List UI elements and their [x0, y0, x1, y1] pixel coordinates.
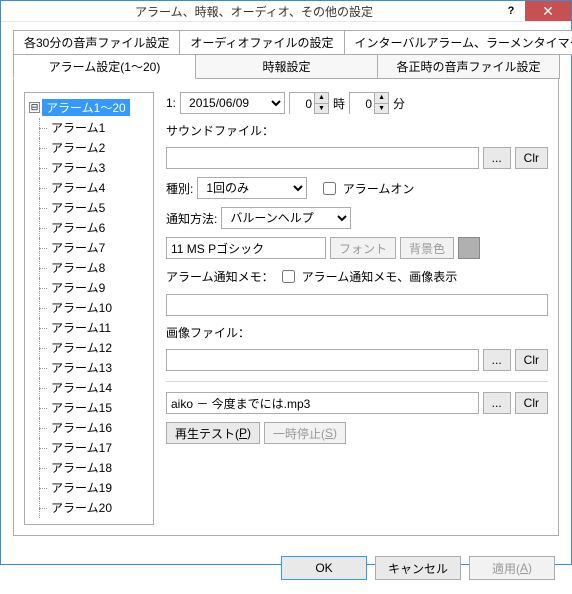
tree-item-alarm-19[interactable]: アラーム19 — [29, 478, 149, 498]
dialog-window: アラーム、時報、オーディオ、その他の設定 ? ✕ 各30分の音声ファイル設定 オ… — [0, 0, 572, 565]
pause-button[interactable]: 一時停止(S) — [264, 422, 346, 444]
hour-up-icon[interactable]: ▲ — [315, 93, 328, 104]
tab-hourly-sound[interactable]: 各正時の音声ファイル設定 — [377, 54, 560, 79]
tab-30min-sound[interactable]: 各30分の音声ファイル設定 — [13, 30, 180, 55]
memo-label: アラーム通知メモ： — [166, 268, 274, 285]
bgcolor-button[interactable]: 背景色 — [400, 237, 454, 259]
tab-row-bottom: アラーム設定(1～20) 時報設定 各正時の音声ファイル設定 — [13, 54, 559, 79]
apply-button[interactable]: 適用(A) — [469, 556, 555, 580]
tab-interval-ramen[interactable]: インターバルアラーム、ラーメンタイマー設定 — [344, 30, 572, 55]
bgcolor-swatch[interactable] — [458, 237, 480, 259]
tree-expander-icon[interactable]: ⊟ — [29, 102, 40, 113]
close-button[interactable]: ✕ — [525, 1, 571, 21]
tree-item-alarm-4[interactable]: アラーム4 — [29, 178, 149, 198]
notify-label: 通知方法: — [166, 210, 217, 227]
notify-select[interactable]: バルーンヘルプ — [221, 207, 351, 229]
memo-checkbox[interactable] — [282, 270, 295, 283]
tab-row-top: 各30分の音声ファイル設定 オーディオファイルの設定 インターバルアラーム、ラー… — [13, 30, 559, 55]
play-test-button[interactable]: 再生テスト(P) — [166, 422, 260, 444]
tree-item-alarm-3[interactable]: アラーム3 — [29, 158, 149, 178]
hour-unit: 時 — [333, 95, 345, 112]
window-title: アラーム、時報、オーディオ、その他の設定 — [11, 3, 497, 20]
type-select[interactable]: 1回のみ — [197, 177, 307, 199]
hour-down-icon[interactable]: ▼ — [315, 104, 328, 114]
content-area: 各30分の音声ファイル設定 オーディオファイルの設定 インターバルアラーム、ラー… — [1, 22, 571, 546]
tree-item-alarm-15[interactable]: アラーム15 — [29, 398, 149, 418]
min-unit: 分 — [393, 95, 405, 112]
tree-item-alarm-9[interactable]: アラーム9 — [29, 278, 149, 298]
tree-item-alarm-6[interactable]: アラーム6 — [29, 218, 149, 238]
playfile-input[interactable] — [166, 392, 479, 414]
image-input[interactable] — [166, 349, 479, 371]
alarm-tree[interactable]: ⊟ アラーム1～20 アラーム1アラーム2アラーム3アラーム4アラーム5アラーム… — [24, 92, 154, 525]
tree-item-alarm-8[interactable]: アラーム8 — [29, 258, 149, 278]
date-select[interactable]: 2015/06/09 — [180, 92, 285, 114]
index-label: 1: — [166, 96, 176, 110]
tab-panel: ⊟ アラーム1～20 アラーム1アラーム2アラーム3アラーム4アラーム5アラーム… — [13, 78, 559, 536]
dialog-footer: OK キャンセル 適用(A) — [1, 546, 571, 594]
font-button[interactable]: フォント — [330, 237, 396, 259]
tab-alarm-1-20[interactable]: アラーム設定(1～20) — [13, 54, 196, 79]
cancel-button[interactable]: キャンセル — [375, 556, 461, 580]
min-up-icon[interactable]: ▲ — [375, 93, 388, 104]
font-display[interactable] — [166, 237, 326, 259]
image-label: 画像ファイル： — [166, 324, 250, 341]
tab-hourly[interactable]: 時報設定 — [195, 54, 378, 79]
image-clr-button[interactable]: Clr — [515, 349, 548, 371]
soundfile-label: サウンドファイル： — [166, 122, 274, 139]
tree-item-alarm-12[interactable]: アラーム12 — [29, 338, 149, 358]
tree-item-alarm-2[interactable]: アラーム2 — [29, 138, 149, 158]
min-input[interactable] — [350, 93, 374, 115]
memo-cb-label: アラーム通知メモ、画像表示 — [302, 268, 458, 285]
type-label: 種別: — [166, 180, 193, 197]
alarm-on-label: アラームオン — [343, 180, 415, 197]
playfile-browse-button[interactable]: ... — [483, 392, 511, 414]
memo-input[interactable] — [166, 294, 548, 316]
playfile-clr-button[interactable]: Clr — [515, 392, 548, 414]
tree-item-alarm-1[interactable]: アラーム1 — [29, 118, 149, 138]
help-button[interactable]: ? — [497, 1, 525, 21]
tree-root-label[interactable]: アラーム1～20 — [42, 99, 130, 116]
separator — [166, 381, 548, 382]
tab-audio-settings[interactable]: オーディオファイルの設定 — [179, 30, 344, 55]
soundfile-input[interactable] — [166, 147, 479, 169]
tree-item-alarm-18[interactable]: アラーム18 — [29, 458, 149, 478]
titlebar: アラーム、時報、オーディオ、その他の設定 ? ✕ — [1, 1, 571, 22]
ok-button[interactable]: OK — [281, 556, 367, 580]
tree-item-alarm-17[interactable]: アラーム17 — [29, 438, 149, 458]
tree-item-alarm-10[interactable]: アラーム10 — [29, 298, 149, 318]
tree-item-alarm-16[interactable]: アラーム16 — [29, 418, 149, 438]
alarm-on-checkbox[interactable] — [323, 182, 336, 195]
soundfile-clr-button[interactable]: Clr — [515, 147, 548, 169]
tree-item-alarm-13[interactable]: アラーム13 — [29, 358, 149, 378]
hour-input[interactable] — [290, 93, 314, 115]
tree-item-alarm-20[interactable]: アラーム20 — [29, 498, 149, 518]
min-down-icon[interactable]: ▼ — [375, 104, 388, 114]
tree-root[interactable]: ⊟ アラーム1～20 — [29, 99, 149, 116]
tree-item-alarm-14[interactable]: アラーム14 — [29, 378, 149, 398]
tree-item-alarm-5[interactable]: アラーム5 — [29, 198, 149, 218]
min-stepper[interactable]: ▲▼ — [349, 92, 389, 114]
datetime-row: 1: 2015/06/09 ▲▼ 時 ▲▼ 分 — [166, 92, 548, 114]
hour-stepper[interactable]: ▲▼ — [289, 92, 329, 114]
tree-item-alarm-11[interactable]: アラーム11 — [29, 318, 149, 338]
soundfile-browse-button[interactable]: ... — [483, 147, 511, 169]
image-browse-button[interactable]: ... — [483, 349, 511, 371]
alarm-form: 1: 2015/06/09 ▲▼ 時 ▲▼ 分 サウンドファイル： ... Cl… — [166, 92, 548, 525]
titlebar-buttons: ? ✕ — [497, 1, 571, 21]
tree-item-alarm-7[interactable]: アラーム7 — [29, 238, 149, 258]
